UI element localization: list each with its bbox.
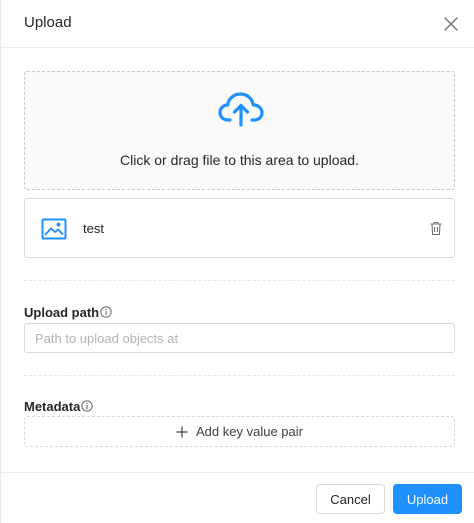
cloud-upload-icon	[218, 92, 264, 127]
upload-path-label-text: Upload path	[24, 305, 100, 320]
file-list-item: test	[24, 198, 455, 258]
add-key-value-pair-label: Add key value pair	[196, 424, 303, 439]
upload-modal: Upload Click or drag file to this area t…	[0, 0, 474, 523]
modal-header: Upload	[1, 0, 474, 48]
image-icon	[41, 218, 67, 240]
upload-path-label: Upload path	[24, 305, 112, 320]
info-icon[interactable]	[81, 400, 94, 412]
trash-icon	[430, 221, 442, 236]
dropzone-text: Click or drag file to this area to uploa…	[120, 152, 359, 168]
section-divider	[24, 375, 455, 376]
metadata-label-text: Metadata	[24, 399, 81, 414]
upload-dropzone[interactable]: Click or drag file to this area to uploa…	[24, 71, 455, 190]
info-icon[interactable]	[100, 306, 112, 318]
close-icon	[444, 17, 458, 31]
section-divider	[24, 280, 455, 281]
upload-path-input[interactable]	[24, 323, 455, 353]
upload-button[interactable]: Upload	[393, 484, 462, 514]
close-button[interactable]	[441, 14, 461, 34]
modal-title: Upload	[24, 14, 72, 31]
metadata-label: Metadata	[24, 399, 94, 414]
cancel-button[interactable]: Cancel	[316, 484, 385, 514]
file-name: test	[83, 221, 104, 236]
add-key-value-pair-button[interactable]: Add key value pair	[24, 416, 455, 447]
plus-icon	[176, 425, 188, 438]
modal-footer: Cancel Upload	[1, 472, 474, 523]
delete-file-button[interactable]	[429, 221, 443, 236]
